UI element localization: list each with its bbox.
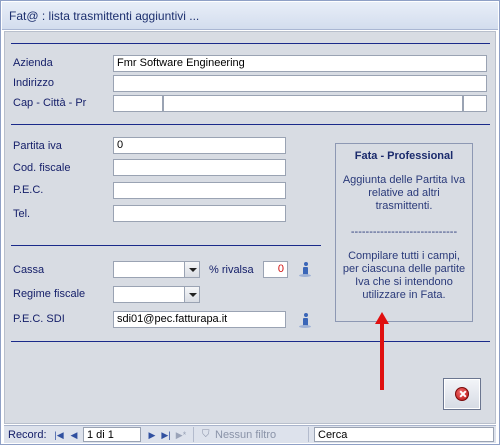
azienda-input[interactable]: Fmr Software Engineering [113, 55, 487, 72]
cap-input[interactable] [113, 95, 163, 112]
regime-fiscale-label: Regime fiscale [13, 288, 86, 300]
close-button[interactable] [443, 378, 481, 410]
nav-separator [308, 427, 309, 442]
divider-company [11, 124, 490, 125]
panel-text-2-line-2: per ciascuna delle partite [342, 263, 466, 275]
close-icon [455, 387, 469, 401]
citta-input[interactable] [163, 95, 463, 112]
indirizzo-input[interactable] [113, 75, 487, 92]
indirizzo-label: Indirizzo [13, 77, 54, 89]
provincia-input[interactable] [463, 95, 487, 112]
panel-text-2-line-4: utilizzare in Fata. [362, 289, 446, 301]
red-arrow-up-icon [375, 312, 389, 390]
next-record-icon[interactable]: ▶ [146, 429, 158, 441]
chevron-down-icon[interactable] [184, 287, 199, 302]
title-bar: Fat@ : lista trasmittenti aggiuntivi ... [2, 2, 498, 30]
panel-text-2-line-3: Iva che si intendono [355, 276, 453, 288]
cap-citta-pr-label: Cap - Città - Pr [13, 97, 87, 109]
pec-label: P.E.C. [13, 184, 44, 196]
tel-label: Tel. [13, 208, 31, 220]
panel-text-1-line-3: trasmittenti. [375, 200, 433, 212]
record-navigation-bar: Record: |◀ ◀ 1 di 1 ▶ ▶| ▶* ⛉ Nessun fil… [4, 425, 496, 443]
form-area: Azienda Fmr Software Engineering Indiriz… [4, 31, 496, 424]
previous-record-icon[interactable]: ◀ [68, 429, 80, 441]
info-panel: Fata - Professional Aggiunta delle Parti… [335, 143, 473, 322]
tel-input[interactable] [113, 205, 286, 222]
window-title: Fat@ : lista trasmittenti aggiuntivi ... [9, 9, 200, 23]
record-label: Record: [8, 429, 47, 441]
azienda-label: Azienda [13, 57, 53, 69]
new-record-icon[interactable]: ▶* [175, 429, 187, 441]
cod-fiscale-label: Cod. fiscale [13, 162, 71, 174]
panel-text-1-line-2: relative ad altri [368, 187, 440, 199]
search-input[interactable]: Cerca [314, 427, 494, 442]
nav-separator [193, 427, 194, 442]
panel-title: Fata - Professional [354, 150, 454, 162]
divider-top [11, 43, 490, 44]
partita-iva-label: Partita iva [13, 140, 62, 152]
cod-fiscale-input[interactable] [113, 159, 286, 176]
regime-fiscale-select[interactable] [113, 286, 200, 303]
record-position-field[interactable]: 1 di 1 [83, 427, 141, 442]
rivalsa-input[interactable]: 0 [263, 261, 288, 278]
chevron-down-icon[interactable] [184, 262, 199, 277]
partita-iva-input[interactable]: 0 [113, 137, 286, 154]
cassa-label: Cassa [13, 264, 45, 276]
filter-status[interactable]: Nessun filtro [215, 429, 276, 441]
divider-fiscal [11, 245, 321, 246]
pec-sdi-label: P.E.C. SDI [13, 313, 65, 325]
panel-text-2-line-1: Compilare tutti i campi, [348, 250, 460, 262]
info-icon[interactable] [297, 312, 313, 328]
first-record-icon[interactable]: |◀ [53, 429, 65, 441]
info-icon[interactable] [297, 261, 313, 277]
rivalsa-label: % rivalsa [209, 264, 254, 276]
cassa-select[interactable] [113, 261, 200, 278]
filter-icon: ⛉ [202, 429, 210, 440]
pec-sdi-input[interactable]: sdi01@pec.fatturapa.it [113, 311, 286, 328]
pec-input[interactable] [113, 182, 286, 199]
divider-bottom [11, 341, 490, 342]
panel-text-1-line-1: Aggiunta delle Partita Iva [342, 174, 466, 186]
panel-separator: ----------------------------- [350, 226, 458, 238]
last-record-icon[interactable]: ▶| [160, 429, 172, 441]
app-window: Fat@ : lista trasmittenti aggiuntivi ...… [0, 0, 500, 445]
